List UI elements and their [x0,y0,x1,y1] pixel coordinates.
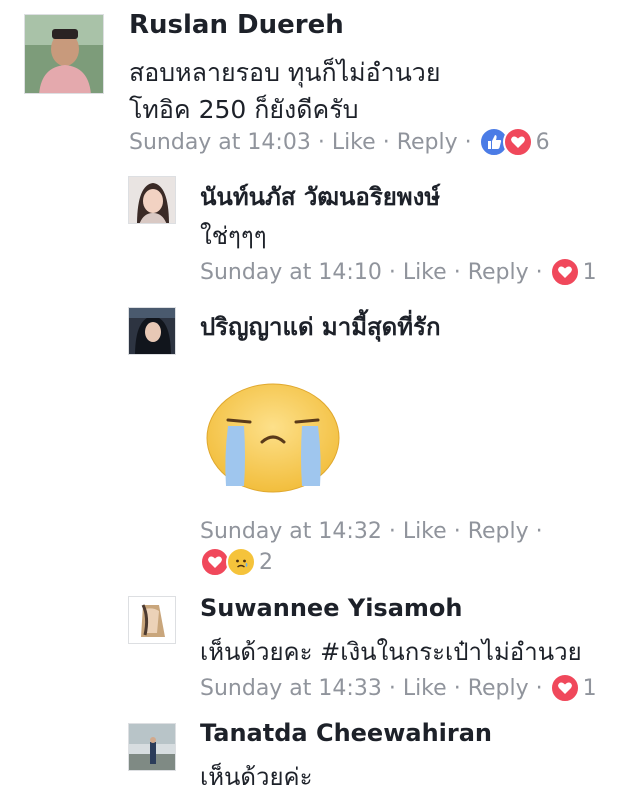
love-reaction-icon [502,127,533,157]
separator-dot: · [535,518,543,544]
timestamp[interactable]: Sunday at 14:10 [200,260,382,285]
separator-dot: · [388,518,396,544]
reply-link[interactable]: Reply [468,519,529,544]
reply-link[interactable]: Reply [397,130,458,155]
reply-link[interactable]: Reply [468,260,529,285]
love-reaction-icon [549,673,580,703]
separator-dot: · [453,675,461,701]
comment-meta: Sunday at 14:03 · Like · Reply · 6 [129,126,550,158]
separator-dot: · [382,129,390,155]
separator-dot: · [535,675,543,701]
separator-dot: · [388,675,396,701]
separator-dot: · [464,129,472,155]
comment-meta: Sunday at 14:33 · Like · Reply · 1 [200,672,597,704]
comment-text-line: สอบหลายรอบ ทุนก็ไม่อำนวย [129,58,441,87]
separator-dot: · [535,259,543,285]
separator-dot: · [453,518,461,544]
reaction-count: 2 [259,549,273,575]
sad-reaction-icon [226,547,256,577]
timestamp[interactable]: Sunday at 14:33 [200,676,382,701]
avatar[interactable] [24,14,104,94]
reactions-summary[interactable]: 6 [478,127,550,157]
like-link[interactable]: Like [332,130,376,155]
like-link[interactable]: Like [403,260,447,285]
love-reaction-icon [549,257,580,287]
reactions-summary[interactable]: 1 [549,673,597,703]
avatar-photo-icon [129,177,175,223]
comment-meta: Sunday at 14:10 · Like · Reply · 1 [200,256,597,288]
avatar[interactable] [128,596,176,644]
avatar[interactable] [128,307,176,355]
avatar-photo-icon [129,724,175,770]
separator-dot: · [453,259,461,285]
like-link[interactable]: Like [403,519,447,544]
timestamp[interactable]: Sunday at 14:03 [129,130,311,155]
comment-text-line: เห็นด้วยค่ะ [200,763,313,791]
separator-dot: · [388,259,396,285]
comment-author[interactable]: Suwannee Yisamoh [200,594,463,622]
reaction-count: 1 [582,259,597,285]
crying-face-sticker-icon [206,383,340,493]
comment-author[interactable]: Tanatda Cheewahiran [200,719,492,747]
reply-link[interactable]: Reply [468,676,529,701]
reaction-count: 1 [582,675,597,701]
reactions-summary[interactable]: 1 [549,257,597,287]
comment-text-line: โทอิค 250 ก็ยังดีครับ [129,95,359,124]
comment-author[interactable]: นันท์นภัส วัฒนอริยพงษ์ [200,177,440,216]
comment-text-line: ใช่ๆๆๆ [200,222,267,250]
timestamp[interactable]: Sunday at 14:32 [200,519,382,544]
separator-dot: · [317,129,325,155]
comment-author[interactable]: Ruslan Duereh [129,10,344,40]
reaction-count: 6 [535,129,550,155]
comment-text-line: เห็นด้วยคะ #เงินในกระเป๋าไม่อำนวย [200,638,582,666]
like-link[interactable]: Like [403,676,447,701]
avatar[interactable] [128,723,176,771]
avatar-photo-icon [25,15,103,93]
reactions-summary[interactable]: 2 [200,546,273,578]
avatar-photo-icon [129,308,175,354]
comment-meta: Sunday at 14:32 · Like · Reply · [200,515,550,547]
comment-author[interactable]: ปริญญาแด่ มามี้สุดที่รัก [200,307,441,346]
avatar[interactable] [128,176,176,224]
crying-face-sticker[interactable] [204,382,342,494]
avatar-photo-icon [129,597,175,643]
